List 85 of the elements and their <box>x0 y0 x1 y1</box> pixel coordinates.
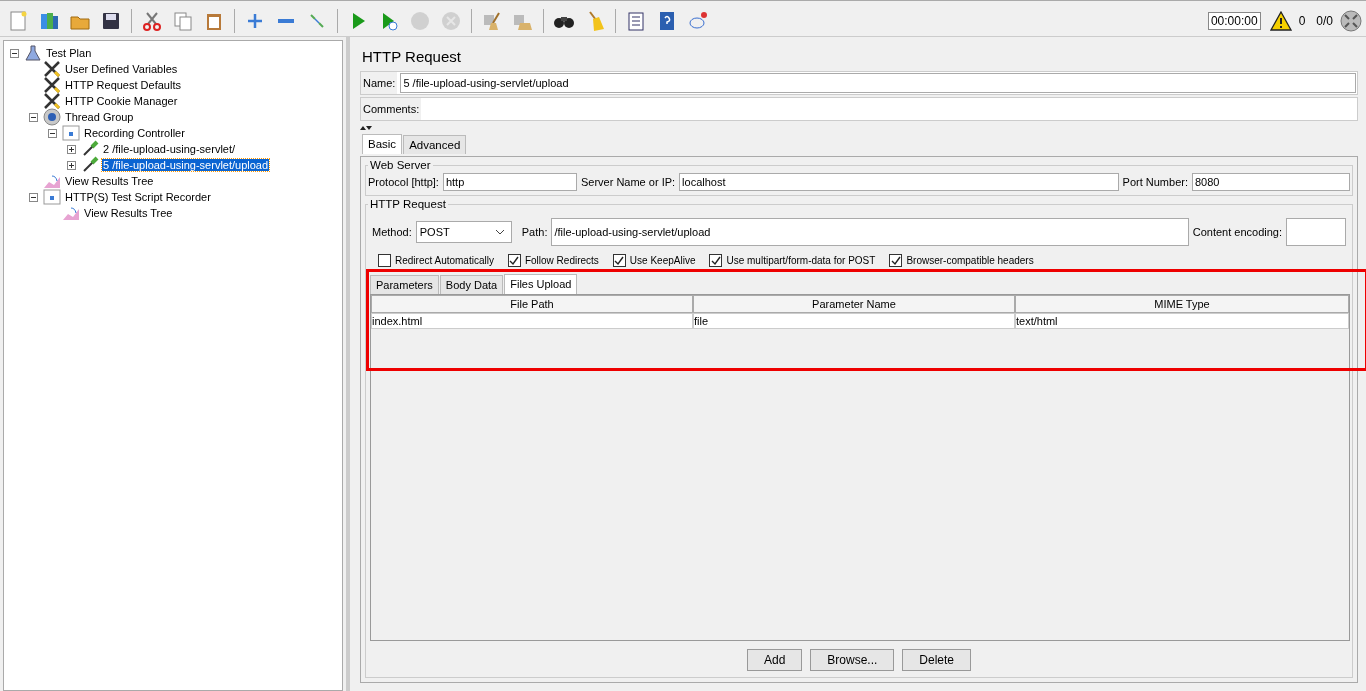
split-arrows-icon[interactable] <box>360 125 372 131</box>
checkbox-label: Browser-compatible headers <box>906 255 1034 266</box>
table-cell[interactable]: file <box>693 313 1015 329</box>
method-dropdown[interactable]: POST <box>415 221 512 243</box>
comments-field[interactable]: Comments: <box>360 97 1358 121</box>
wrench-icon <box>43 60 61 78</box>
error-count: 0 <box>1298 13 1306 28</box>
tab[interactable]: Files Upload <box>504 274 578 294</box>
status-indicator-icon <box>1340 9 1362 32</box>
checkbox-label: Use multipart/form-data for POST <box>726 255 876 266</box>
checkbox[interactable] <box>889 254 903 267</box>
protocol-field[interactable]: http <box>442 173 577 191</box>
expand-toggle[interactable] <box>67 160 78 170</box>
action-button[interactable]: Browse... <box>810 649 895 671</box>
column-header[interactable]: MIME Type <box>1015 295 1349 313</box>
tree-item[interactable]: User Defined Variables <box>64 63 179 75</box>
checkbox-label: Use KeepAlive <box>629 255 696 266</box>
chart-icon <box>43 172 61 190</box>
group-title: Web Server <box>369 159 432 171</box>
panel-title: HTTP Request <box>361 47 462 67</box>
table-cell[interactable]: index.html <box>371 313 693 329</box>
pipette-icon <box>81 140 99 158</box>
collapse-toggle[interactable] <box>48 128 59 138</box>
tree-item[interactable]: 2 /file-upload-using-servlet/ <box>102 143 237 155</box>
field-value: 5 /file-upload-using-servlet/upload <box>400 73 1356 93</box>
field-label: Method: <box>372 226 412 238</box>
field-label: Path: <box>521 226 548 238</box>
collapse-toggle[interactable] <box>29 112 40 122</box>
action-button[interactable]: Delete <box>902 649 972 671</box>
tree-item[interactable]: Test Plan <box>45 47 93 59</box>
tree-item[interactable]: HTTP(S) Test Script Recorder <box>64 191 212 203</box>
collapse-toggle[interactable] <box>10 48 21 58</box>
port-field[interactable]: 8080 <box>1192 173 1350 191</box>
tree-item[interactable]: View Results Tree <box>83 207 174 219</box>
tree-item[interactable]: Thread Group <box>64 111 135 123</box>
field-label: Server Name or IP: <box>580 176 676 188</box>
checkbox[interactable] <box>612 254 626 267</box>
tab[interactable]: Body Data <box>439 275 504 294</box>
checkbox[interactable] <box>378 254 391 267</box>
tab[interactable]: Parameters <box>370 275 439 294</box>
field-label: Comments: <box>361 98 422 120</box>
tree-item[interactable]: HTTP Cookie Manager <box>64 95 179 107</box>
tree-item[interactable]: HTTP Request Defaults <box>64 79 182 91</box>
pipette-icon <box>81 156 99 174</box>
tree-item[interactable]: View Results Tree <box>64 175 155 187</box>
path-field[interactable]: /file-upload-using-servlet/upload <box>551 218 1189 246</box>
window-icon <box>43 188 61 206</box>
name-field[interactable]: Name: 5 /file-upload-using-servlet/upload <box>360 71 1358 95</box>
thread-count: 0/0 <box>1316 13 1333 28</box>
window-icon <box>62 124 80 142</box>
encoding-field[interactable] <box>1286 218 1346 246</box>
chart-icon <box>62 204 80 222</box>
minus-icon <box>278 18 294 23</box>
network-icon <box>687 9 709 32</box>
warning-icon[interactable] <box>1269 10 1292 31</box>
tab[interactable]: Advanced <box>403 135 467 154</box>
elapsed-time: 00:00:00 <box>1207 11 1261 30</box>
wrench-icon <box>43 92 61 110</box>
checkbox-label: Follow Redirects <box>524 255 599 266</box>
list-icon <box>625 9 647 32</box>
tree-item[interactable]: Recording Controller <box>83 127 186 139</box>
wrench-icon <box>43 76 61 94</box>
expand-toggle[interactable] <box>67 144 78 154</box>
copy-icon <box>172 9 194 32</box>
checkbox[interactable] <box>507 254 521 267</box>
column-header[interactable]: File Path <box>371 295 693 313</box>
field-label: Port Number: <box>1122 176 1188 188</box>
collapse-toggle[interactable] <box>29 192 40 202</box>
blank-page-icon <box>7 9 29 32</box>
checkbox-label: Redirect Automatically <box>395 255 494 266</box>
caret-icon <box>494 229 505 235</box>
tree-item[interactable]: 5 /file-upload-using-servlet/upload <box>102 159 270 171</box>
server-field[interactable]: localhost <box>679 173 1119 191</box>
field-label: Content encoding: <box>1192 226 1282 238</box>
flask-icon <box>24 44 42 62</box>
table-cell[interactable]: text/html <box>1015 313 1349 329</box>
field-label: Protocol [http]: <box>368 176 439 188</box>
group-title: HTTP Request <box>369 198 447 210</box>
gear-icon <box>43 108 61 126</box>
x-circle-icon <box>440 9 462 32</box>
checkbox[interactable] <box>709 254 723 267</box>
column-header[interactable]: Parameter Name <box>693 295 1015 313</box>
tab[interactable]: Basic <box>362 134 403 154</box>
field-label: Name: <box>361 72 398 94</box>
action-button[interactable]: Add <box>746 649 803 671</box>
